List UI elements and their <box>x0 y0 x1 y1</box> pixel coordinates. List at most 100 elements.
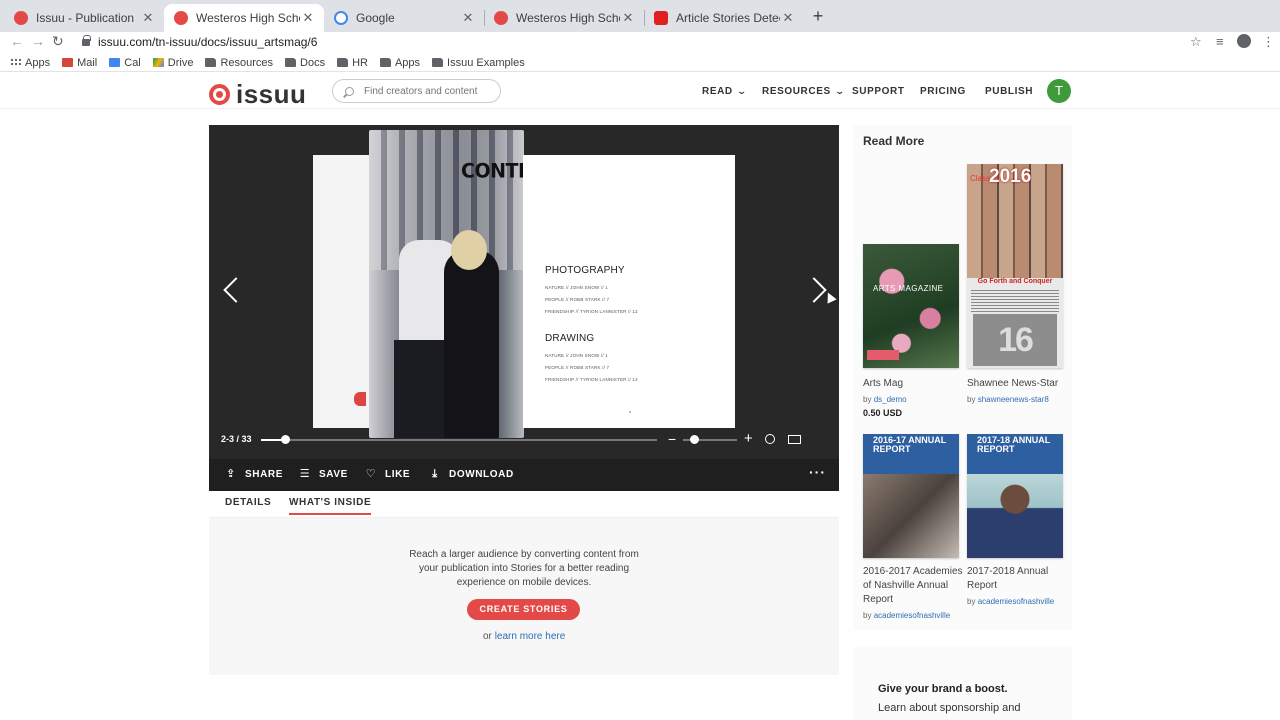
folder-icon <box>337 58 349 67</box>
bookmark-mail[interactable]: Mail <box>62 57 97 69</box>
page-right: PHOTOGRAPHY NATURE // JOHN SNOW // 1 PEO… <box>523 155 735 428</box>
bookmark-apps[interactable]: Apps <box>10 57 50 69</box>
bookmark-cal[interactable]: Cal <box>109 57 141 69</box>
single-page-view-icon[interactable] <box>788 435 801 444</box>
sidebar-title: Read More <box>863 134 925 148</box>
tab-title: Westeros High School by Tina <box>516 11 620 25</box>
issuu-favicon-icon <box>174 11 188 25</box>
folder-icon <box>285 58 297 67</box>
tab-details[interactable]: DETAILS <box>225 497 271 513</box>
read-more-sidebar: Read More ARTS MAGAZINE Arts Mag by ds_d… <box>853 125 1072 630</box>
folder-icon <box>205 58 217 67</box>
promo-box: Give your brand a boost. Learn about spo… <box>853 647 1072 720</box>
browser-tab[interactable]: Issuu - Publication ✕ <box>4 4 164 32</box>
zoom-out-icon[interactable]: − <box>668 431 676 447</box>
reading-list-icon[interactable]: ≡ <box>1216 34 1224 49</box>
close-icon[interactable]: ✕ <box>300 10 316 26</box>
learn-more-line: or learn more here <box>483 631 566 642</box>
download-button[interactable]: ⤓ DOWNLOAD <box>429 468 514 480</box>
browser-tab[interactable]: Westeros High School by Tina ✕ <box>484 4 644 32</box>
close-icon[interactable]: ✕ <box>620 10 636 26</box>
browser-tab[interactable]: Article Stories Detection with ✕ <box>644 4 804 32</box>
next-page-arrow-icon[interactable] <box>807 275 829 307</box>
magnifier-icon[interactable] <box>765 434 775 444</box>
gmail-icon <box>62 58 74 67</box>
chevron-down-icon: ⌄ <box>736 86 748 96</box>
close-icon[interactable]: ✕ <box>460 10 476 26</box>
back-icon[interactable]: ← <box>10 33 24 49</box>
bookmark-docs[interactable]: Docs <box>285 57 325 69</box>
nav-read[interactable]: READ ⌄ <box>702 86 748 97</box>
zoom-handle[interactable] <box>689 435 699 444</box>
author-link[interactable]: ds_demo <box>874 395 907 404</box>
publication-title[interactable]: 2017-2018 Annual Report <box>967 565 1067 593</box>
bookmark-issuu-examples[interactable]: Issuu Examples <box>432 57 525 69</box>
apps-grid-icon <box>10 58 21 67</box>
like-button[interactable]: ♡ LIKE <box>365 468 410 480</box>
stories-message: Reach a larger audience by converting co… <box>409 549 639 588</box>
publication-cover[interactable]: 2017-18 ANNUAL REPORT <box>967 434 1063 558</box>
fullscreen-icon[interactable] <box>811 434 823 446</box>
zoom-in-icon[interactable]: + <box>744 431 753 447</box>
google-favicon-icon <box>334 11 348 25</box>
publication-cover[interactable]: ARTS MAGAZINE <box>863 244 959 368</box>
chevron-down-icon: ⌄ <box>834 86 846 96</box>
publication-cover[interactable]: 2016-17 ANNUAL REPORT <box>863 434 959 558</box>
publication-title[interactable]: Arts Mag <box>863 377 903 391</box>
close-icon[interactable]: ✕ <box>140 10 156 26</box>
nav-pricing[interactable]: PRICING <box>920 86 966 97</box>
publication-title[interactable]: 2016-2017 Academies of Nashville Annual … <box>863 565 963 607</box>
issuu-favicon-icon <box>14 11 28 25</box>
forward-icon[interactable]: → <box>31 33 45 49</box>
browser-toolbar: ← → ↻ issuu.com/tn-issuu/docs/issuu_arts… <box>0 32 1280 54</box>
publication-title[interactable]: Shawnee News-Star <box>967 377 1058 391</box>
section-heading: PHOTOGRAPHY <box>545 265 625 276</box>
nav-resources[interactable]: RESOURCES ⌄ <box>762 86 846 97</box>
contents-item: FRIENDSHIP // TYRION LANNISTER // 12 <box>545 377 638 382</box>
author-link[interactable]: academiesofnashville <box>978 597 1055 606</box>
save-button[interactable]: ☰ SAVE <box>299 468 348 480</box>
more-options-icon[interactable]: ··· <box>809 464 826 480</box>
search-input[interactable] <box>364 85 494 97</box>
learn-more-link[interactable]: learn more here <box>495 631 566 642</box>
issuu-logo[interactable]: issuu <box>209 79 306 110</box>
bookmark-hr[interactable]: HR <box>337 57 368 69</box>
share-button[interactable]: ⇪ SHARE <box>225 468 283 480</box>
promo-text: Learn about sponsorship and <box>878 702 1021 714</box>
bookmark-star-icon[interactable]: ☆ <box>1190 34 1202 50</box>
url-text: issuu.com/tn-issuu/docs/issuu_artsmag/6 <box>98 35 318 49</box>
bookmark-apps-folder[interactable]: Apps <box>379 57 420 69</box>
reload-icon[interactable]: ↻ <box>52 33 64 50</box>
author-link[interactable]: shawneenews-star8 <box>978 395 1049 404</box>
search-icon <box>345 86 354 96</box>
browser-tab[interactable]: Google ✕ <box>324 4 484 32</box>
page-progress-slider[interactable] <box>261 439 657 441</box>
bookmark-resources[interactable]: Resources <box>205 57 273 69</box>
previous-page-arrow-icon[interactable] <box>221 275 243 307</box>
publication-cover[interactable]: Class of 2016 Go Forth and Conquer 16 <box>967 164 1063 368</box>
progress-handle[interactable] <box>280 435 290 444</box>
contents-item: NATURE // JOHN SNOW // 1 <box>545 353 608 358</box>
reader-action-bar: ⇪ SHARE ☰ SAVE ♡ LIKE ⤓ DOWNLOAD ··· <box>209 459 839 491</box>
search-box[interactable] <box>332 79 501 103</box>
create-stories-button[interactable]: CREATE STORIES <box>467 599 580 620</box>
stories-panel: Reach a larger audience by converting co… <box>209 518 839 675</box>
new-tab-icon[interactable]: + <box>808 6 828 26</box>
close-icon[interactable]: ✕ <box>780 10 796 26</box>
contents-item: PEOPLE // ROBB STARK // 7 <box>545 365 610 370</box>
reader-controls: 2-3 / 33 − + <box>209 429 839 451</box>
profile-icon[interactable] <box>1237 34 1251 48</box>
contents-item: FRIENDSHIP // TYRION LANNISTER // 12 <box>545 309 638 314</box>
tab-whats-inside[interactable]: WHAT'S INSIDE <box>289 497 372 515</box>
address-bar[interactable]: issuu.com/tn-issuu/docs/issuu_artsmag/6 <box>74 32 1214 52</box>
tab-title: Google <box>356 11 395 25</box>
author-link[interactable]: academiesofnashville <box>874 611 951 620</box>
user-avatar[interactable]: T <box>1047 79 1071 103</box>
nav-support[interactable]: SUPPORT <box>852 86 905 97</box>
nav-publish[interactable]: PUBLISH <box>985 86 1033 97</box>
publication-reader: CONTENTS PHOTOGRAPHY NATURE // JOHN SNOW… <box>209 125 839 491</box>
browser-tab-active[interactable]: Westeros High School by Tina ✕ <box>164 4 324 32</box>
menu-icon[interactable]: ⋮ <box>1262 34 1275 50</box>
heart-icon: ♡ <box>365 468 377 480</box>
bookmark-drive[interactable]: Drive <box>152 57 193 69</box>
